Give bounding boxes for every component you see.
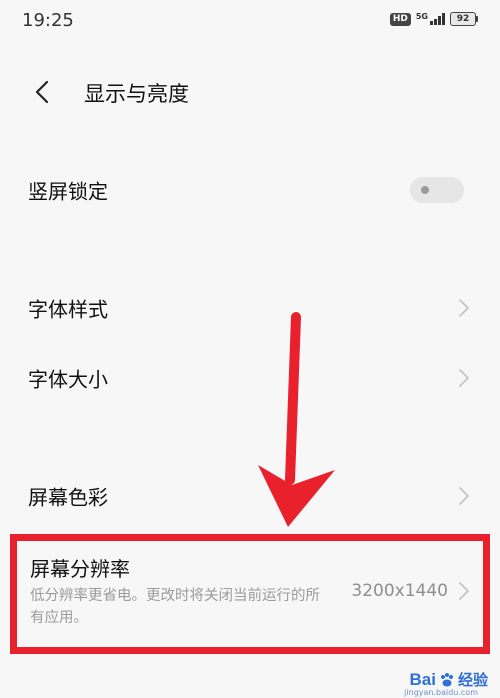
screen-resolution-row[interactable]: 屏幕分辨率 低分辨率更省电。更改时将关闭当前运行的所有应用。 3200x1440	[0, 535, 500, 645]
font-size-label: 字体大小	[28, 367, 108, 392]
screen-resolution-description: 低分辨率更省电。更改时将关闭当前运行的所有应用。	[30, 588, 320, 626]
portrait-lock-row[interactable]: 竖屏锁定	[0, 158, 500, 222]
watermark-text: 经验	[457, 671, 488, 689]
baidu-watermark: Bai 经验	[410, 669, 488, 690]
screen-color-row[interactable]: 屏幕色彩	[0, 464, 500, 528]
screen-resolution-label: 屏幕分辨率	[30, 557, 130, 581]
portrait-lock-toggle[interactable]	[410, 177, 464, 203]
chevron-right-icon	[459, 369, 469, 387]
font-style-label: 字体样式	[28, 297, 108, 322]
page-title: 显示与亮度	[84, 82, 189, 106]
watermark-url: jingyan.baidu.com	[404, 688, 478, 697]
back-arrow-icon[interactable]	[32, 80, 56, 104]
hd-icon: HD	[389, 12, 411, 26]
watermark-logo: Bai	[409, 669, 436, 689]
signal-icon: 5G	[416, 13, 445, 25]
chevron-right-icon	[459, 299, 469, 317]
screen-resolution-value: 3200x1440	[351, 581, 448, 601]
chevron-right-icon	[459, 487, 469, 505]
paw-icon	[440, 672, 453, 686]
font-size-row[interactable]: 字体大小	[0, 346, 500, 410]
battery-icon: 92	[450, 12, 478, 26]
font-style-row[interactable]: 字体样式	[0, 276, 500, 340]
page-header: 显示与亮度	[0, 60, 500, 124]
network-type-label: 5G	[415, 12, 428, 21]
status-icons: HD 5G 92	[389, 12, 478, 26]
chevron-right-icon	[459, 582, 469, 600]
status-bar: 19:25 HD 5G 92	[0, 0, 500, 40]
screen-color-label: 屏幕色彩	[28, 485, 108, 510]
status-time: 19:25	[22, 10, 74, 31]
toggle-knob	[421, 186, 429, 194]
battery-level: 92	[450, 12, 476, 26]
portrait-lock-label: 竖屏锁定	[28, 179, 108, 204]
